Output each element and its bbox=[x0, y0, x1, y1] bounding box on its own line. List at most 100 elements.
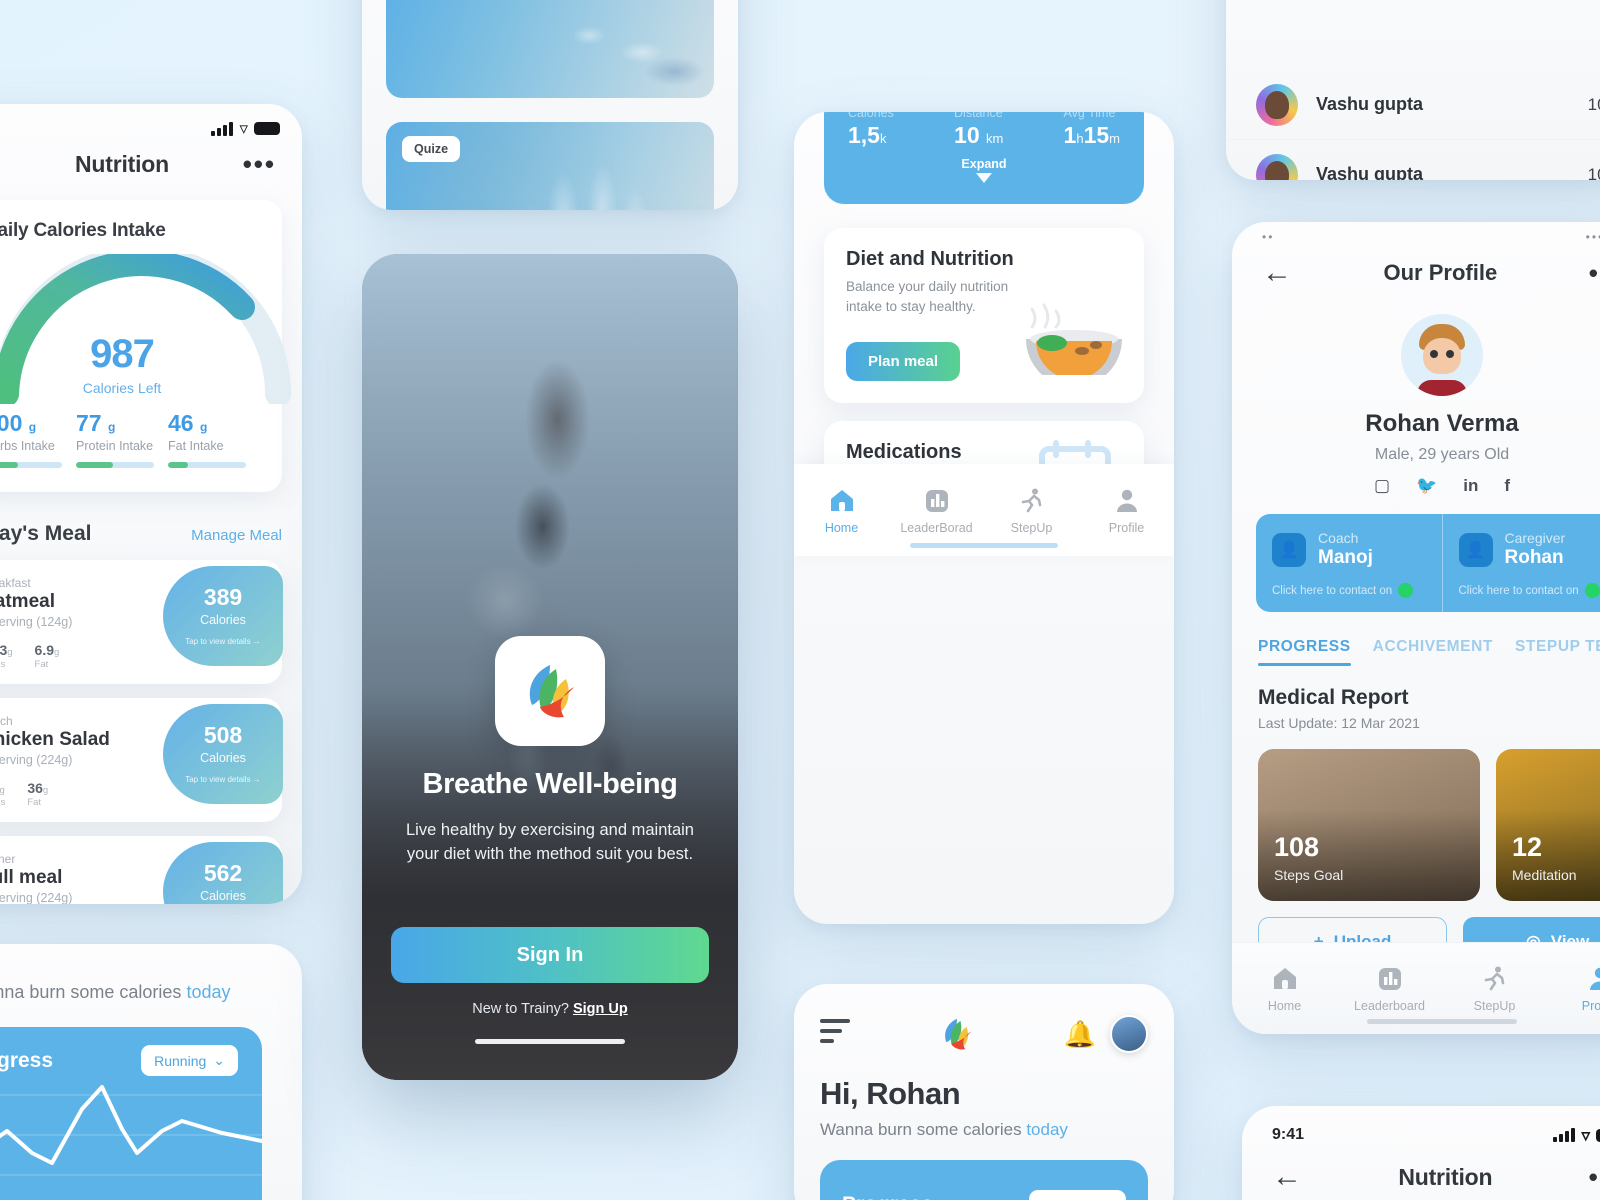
quiz-card[interactable]: Quize Question & Answers bbox=[386, 122, 714, 210]
sign-up-link[interactable]: Sign Up bbox=[573, 1001, 628, 1017]
coach-contact[interactable]: 👤 Coach Manoj Click here to contact on bbox=[1256, 514, 1442, 612]
nav-stepup[interactable]: StepUp bbox=[1442, 964, 1547, 1013]
avatar bbox=[1256, 83, 1298, 126]
macro-label: Carbs Intake bbox=[0, 439, 55, 453]
meal-card[interactable]: Breakfast Oatmeal 1 Serving (124g) 66.3g… bbox=[0, 560, 283, 684]
education-video-card[interactable]: Diabetes Education Videos bbox=[386, 0, 714, 98]
bottom-tab-bar: Home LeaderBorad StepUp Profile bbox=[794, 464, 1174, 556]
more-options-button[interactable]: ••• bbox=[243, 151, 276, 177]
status-time: 9:41 bbox=[1272, 1126, 1305, 1143]
meal-calories-label: Calories bbox=[200, 889, 246, 903]
tab-achievement[interactable]: ACCHIVEMENT bbox=[1373, 638, 1493, 666]
menu-icon[interactable] bbox=[820, 1019, 850, 1049]
person-icon bbox=[1547, 964, 1600, 992]
stat-label: Distance bbox=[954, 112, 1003, 120]
chevron-down-icon: ⌄ bbox=[1101, 1197, 1113, 1200]
macro-value: 46 bbox=[168, 410, 194, 436]
meal-fat-label: Fat bbox=[27, 797, 42, 808]
profile-name: Rohan Verma bbox=[1365, 410, 1519, 437]
nutrition-panel: ▿ Nutrition ••• Daily Calories Intake 98… bbox=[0, 104, 302, 904]
whatsapp-icon[interactable] bbox=[1584, 583, 1600, 598]
avatar-eye bbox=[1430, 350, 1438, 358]
more-options-button[interactable]: ••• bbox=[1589, 1164, 1600, 1190]
stat-value-2: 15 bbox=[1083, 122, 1110, 148]
page-title: Nutrition bbox=[74, 151, 169, 177]
meal-calories-badge[interactable]: 508 Calories Tap to view details → bbox=[163, 704, 283, 804]
home-icon bbox=[794, 486, 889, 514]
nav-home[interactable]: Home bbox=[1232, 964, 1337, 1013]
stat-label: Calories bbox=[848, 112, 894, 120]
page-title: Our Profile bbox=[1383, 260, 1498, 285]
leaderboard-panel: Vashu gupta 100 Vashu gupta 100 Vashu gu… bbox=[1226, 0, 1600, 180]
leaderboard-row[interactable]: Vashu gupta 100 bbox=[1226, 70, 1600, 140]
tab-stepup-team[interactable]: STEPUP TEAM bbox=[1515, 638, 1600, 666]
home-icon bbox=[1232, 964, 1337, 992]
tab-profile[interactable]: Profile bbox=[1079, 486, 1174, 535]
contact-role: Caregiver bbox=[1504, 530, 1566, 546]
diet-nutrition-card[interactable]: Diet and Nutrition Balance your daily nu… bbox=[824, 228, 1144, 403]
nutrition-2-header: ← Nutrition ••• bbox=[1242, 1144, 1600, 1192]
caregiver-contact[interactable]: 👤 Caregiver Rohan Click here to contact … bbox=[1441, 514, 1600, 612]
instagram-icon[interactable]: ▢ bbox=[1374, 476, 1390, 496]
greeting-subtitle: Wanna burn some calories today bbox=[820, 1120, 1174, 1140]
meal-calories-badge[interactable]: 389 Calories Tap to view details → bbox=[163, 566, 283, 666]
nav-leaderboard[interactable]: Leaderboard bbox=[1337, 964, 1442, 1013]
back-arrow-icon[interactable]: ← bbox=[1272, 1162, 1302, 1192]
linkedin-icon[interactable]: in bbox=[1463, 476, 1478, 496]
progress-card: Progress Running ⌄ bbox=[820, 1160, 1148, 1200]
chart-icon bbox=[889, 486, 984, 514]
tab-home[interactable]: Home bbox=[794, 486, 889, 535]
activity-filter-dropdown[interactable]: Running ⌄ bbox=[1029, 1189, 1126, 1200]
contact-name: Rohan bbox=[1504, 547, 1564, 568]
meal-card[interactable]: Lunch Chicken Salad 1 Serving (224g) 6.6… bbox=[0, 698, 283, 822]
meal-card[interactable]: Dinner Full meal 1 Serving (224g) 6.6gCa… bbox=[0, 836, 283, 904]
stat-value: 1 bbox=[1063, 122, 1077, 148]
report-card-steps[interactable]: 108 Steps Goal bbox=[1258, 749, 1480, 901]
activity-filter-dropdown[interactable]: Running ⌄ bbox=[141, 1045, 238, 1076]
facebook-icon[interactable]: f bbox=[1504, 476, 1510, 496]
profile-header: ← Our Profile ••• bbox=[1232, 244, 1600, 288]
daily-stats-strip: Calories 1,5k Distance 10 km Avg Time 1h… bbox=[824, 112, 1144, 204]
wifi-icon: ▿ bbox=[1581, 1125, 1590, 1145]
report-value: 108 bbox=[1274, 832, 1320, 862]
profile-meta: Male, 29 years Old bbox=[1374, 446, 1510, 463]
bell-icon[interactable]: 🔔 bbox=[1064, 1021, 1096, 1047]
back-arrow-icon[interactable]: ← bbox=[1262, 258, 1292, 288]
avatar[interactable] bbox=[1110, 1015, 1148, 1053]
nav-profile[interactable]: Profile bbox=[1547, 964, 1600, 1013]
nav-label: Leaderboard bbox=[1354, 999, 1425, 1013]
plan-meal-button[interactable]: Plan meal bbox=[846, 341, 961, 381]
tab-stepup[interactable]: StepUp bbox=[984, 486, 1079, 535]
report-card-meditation[interactable]: 12 Meditation bbox=[1496, 749, 1600, 901]
bottom-nav-bar: Home Leaderboard StepUp Profile bbox=[1232, 942, 1600, 1034]
today-link[interactable]: today bbox=[186, 982, 230, 1002]
social-links: ▢ 🐦 in f bbox=[1232, 476, 1600, 496]
meal-calories-label: Calories bbox=[200, 613, 246, 627]
battery-icon bbox=[1596, 1128, 1600, 1142]
diet-card-title: Diet and Nutrition bbox=[846, 248, 1014, 270]
calories-card: Daily Calories Intake 987 Calories Left … bbox=[0, 200, 291, 492]
calories-left-value: 987 bbox=[90, 332, 155, 376]
meal-calories-value: 562 bbox=[203, 860, 243, 886]
macro-value: 100 bbox=[0, 410, 23, 436]
medical-report-subtitle: Last Update: 12 Mar 2021 bbox=[1258, 715, 1420, 731]
report-value: 12 bbox=[1512, 832, 1543, 862]
tab-progress[interactable]: PROGRESS bbox=[1258, 638, 1351, 666]
whatsapp-icon[interactable] bbox=[1398, 583, 1414, 598]
greeting-subtitle-text: Wanna burn some calories bbox=[820, 1120, 1027, 1139]
expand-label: Expand bbox=[961, 157, 1007, 171]
calories-gauge: 987 Calories Left bbox=[0, 245, 291, 407]
meal-fat-label: Fat bbox=[34, 659, 49, 670]
sign-in-button[interactable]: Sign In bbox=[391, 927, 709, 983]
today-link[interactable]: today bbox=[1026, 1120, 1068, 1139]
expand-button[interactable]: Expand bbox=[848, 157, 1120, 183]
twitter-icon[interactable]: 🐦 bbox=[1416, 476, 1437, 496]
tab-label: Profile bbox=[1108, 520, 1145, 535]
manage-meal-link[interactable]: Manage Meal bbox=[191, 527, 282, 544]
tab-leaderboard[interactable]: LeaderBorad bbox=[889, 486, 984, 535]
stat-unit-2: m bbox=[1109, 131, 1120, 146]
app-tagline: Live healthy by exercising and maintain … bbox=[405, 821, 694, 864]
more-options-button[interactable]: ••• bbox=[1589, 260, 1600, 286]
calories-card-heading: Daily Calories Intake bbox=[0, 220, 166, 241]
leaderboard-row[interactable]: Vashu gupta 100 bbox=[1226, 140, 1600, 180]
